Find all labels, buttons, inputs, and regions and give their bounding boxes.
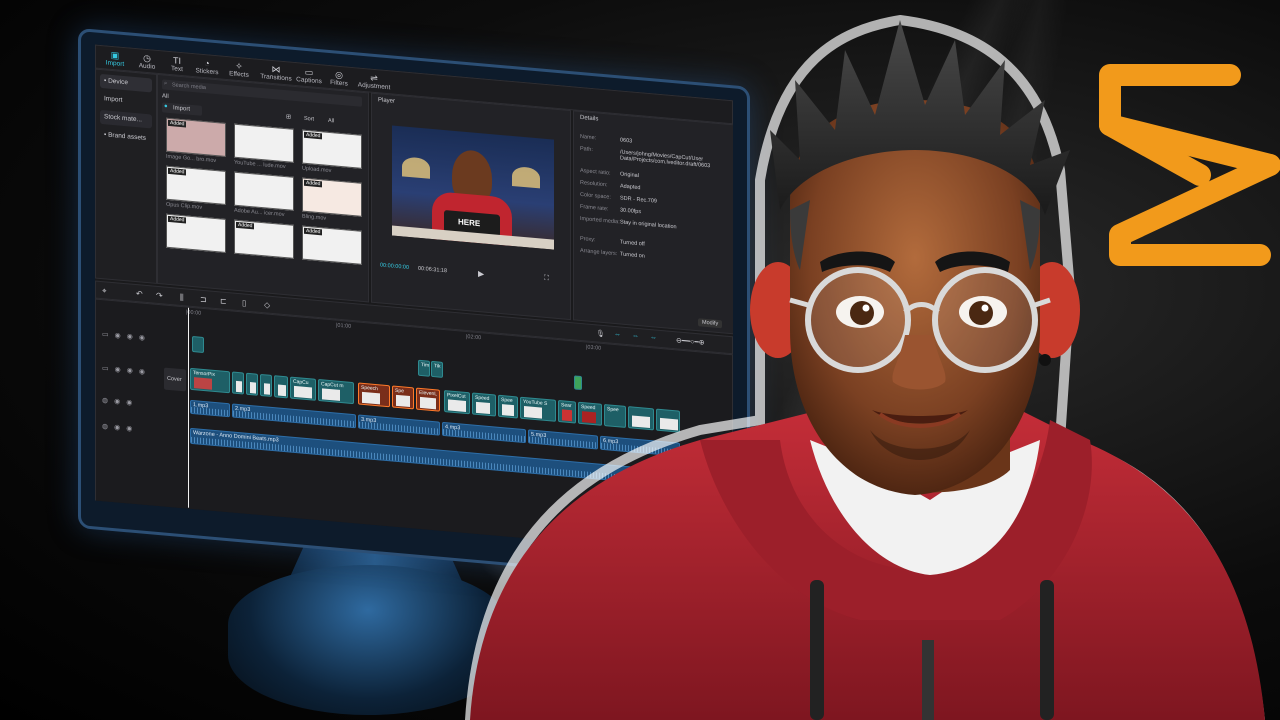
- right-iris: [969, 301, 993, 325]
- drawstring: [810, 580, 824, 720]
- right-eye-highlight: [981, 304, 989, 312]
- zipper: [922, 640, 934, 720]
- left-iris: [850, 301, 874, 325]
- capcut-logo: [1099, 64, 1280, 266]
- drawstring: [1040, 580, 1054, 720]
- left-eye-highlight: [862, 304, 870, 312]
- capcut-logo-mark: [1099, 64, 1280, 266]
- earring: [1039, 354, 1051, 366]
